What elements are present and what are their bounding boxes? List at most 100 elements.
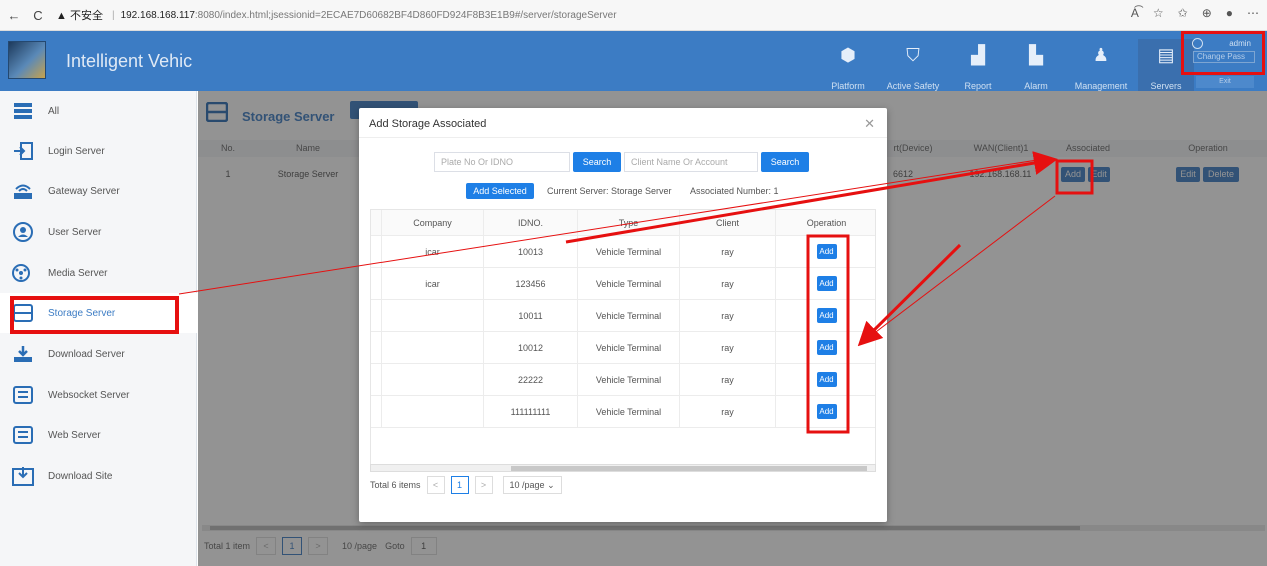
checkbox-cell[interactable] bbox=[371, 236, 381, 267]
operation-cell: Add bbox=[775, 300, 875, 331]
col-client: Client bbox=[679, 210, 775, 235]
add-button[interactable]: Add bbox=[816, 244, 837, 259]
more-icon[interactable]: ⋯ bbox=[1247, 6, 1259, 20]
add-selected-button[interactable]: Add Selected bbox=[466, 183, 534, 199]
checkbox-cell[interactable] bbox=[371, 300, 381, 331]
associated-number-text: Associated Number: 1 bbox=[690, 186, 779, 196]
add-button[interactable]: Add bbox=[816, 372, 837, 387]
sidebar-item-download-site[interactable]: Download Site bbox=[0, 456, 197, 496]
operation-cell: Add bbox=[775, 268, 875, 299]
back-icon[interactable]: ← bbox=[4, 8, 24, 23]
type-cell: Vehicle Terminal bbox=[577, 396, 679, 427]
app-header: Intelligent Vehic ⬢ Platform ⛉ Active Sa… bbox=[0, 31, 1267, 91]
user-icon bbox=[12, 222, 34, 242]
add-button[interactable]: Add bbox=[816, 308, 837, 323]
nav-platform[interactable]: ⬢ Platform bbox=[820, 39, 876, 92]
page-size-select[interactable]: 10 /page ⌄ bbox=[502, 476, 562, 494]
operation-cell: Add bbox=[775, 364, 875, 395]
checkbox-cell[interactable] bbox=[371, 332, 381, 363]
client-cell: ray bbox=[679, 364, 775, 395]
table-horizontal-scrollbar[interactable] bbox=[370, 464, 876, 472]
table-row[interactable]: 10011 Vehicle Terminal ray Add bbox=[371, 300, 875, 332]
sidebar-item-label: Gateway Server bbox=[48, 185, 120, 197]
all-servers-icon bbox=[12, 101, 34, 121]
table-row[interactable]: 10012 Vehicle Terminal ray Add bbox=[371, 332, 875, 364]
table-row[interactable]: icar 123456 Vehicle Terminal ray Add bbox=[371, 268, 875, 300]
client-cell: ray bbox=[679, 332, 775, 363]
favorites-icon[interactable]: ✩ bbox=[1178, 6, 1188, 20]
nav-management[interactable]: ♟ Management bbox=[1066, 39, 1136, 92]
close-icon[interactable]: ✕ bbox=[864, 116, 875, 132]
download-icon bbox=[12, 344, 34, 364]
checkbox-cell[interactable] bbox=[371, 268, 381, 299]
prev-page-button[interactable]: < bbox=[426, 476, 445, 494]
vehicle-table: Company IDNO. Type Client Operation icar… bbox=[370, 209, 876, 465]
add-button[interactable]: Add bbox=[816, 404, 837, 419]
alarm-icon: ▙ bbox=[1029, 44, 1043, 65]
nav-active-safety[interactable]: ⛉ Active Safety bbox=[878, 39, 948, 92]
shield-icon: ⛉ bbox=[906, 44, 920, 65]
add-button[interactable]: Add bbox=[816, 340, 837, 355]
table-row[interactable]: 22222 Vehicle Terminal ray Add bbox=[371, 364, 875, 396]
operation-cell: Add bbox=[775, 396, 875, 427]
sidebar-item-gateway-server[interactable]: Gateway Server bbox=[0, 171, 197, 211]
add-button[interactable]: Add bbox=[816, 276, 837, 291]
sidebar-item-label: Download Site bbox=[48, 470, 113, 482]
company-cell bbox=[381, 300, 483, 331]
company-cell bbox=[381, 396, 483, 427]
company-cell: icar bbox=[381, 268, 483, 299]
sidebar-item-media-server[interactable]: Media Server bbox=[0, 253, 197, 293]
read-aloud-icon[interactable]: A͡ bbox=[1131, 6, 1139, 20]
client-cell: ray bbox=[679, 396, 775, 427]
sidebar-item-label: All bbox=[48, 105, 60, 117]
sidebar-item-user-server[interactable]: User Server bbox=[0, 212, 197, 252]
sidebar-item-login-server[interactable]: Login Server bbox=[0, 131, 197, 171]
client-account-input[interactable]: Client Name Or Account bbox=[624, 152, 758, 172]
annotation-box-sidebar bbox=[10, 296, 179, 334]
total-items: Total 6 items bbox=[370, 480, 421, 490]
address-bar[interactable]: ▲ 不安全 | 192.168.168.117 :8080/index.html… bbox=[56, 7, 617, 23]
reload-icon[interactable]: C bbox=[28, 8, 48, 23]
sidebar-item-all[interactable]: All bbox=[0, 91, 197, 131]
nav-alarm[interactable]: ▙ Alarm bbox=[1008, 39, 1064, 92]
page-number[interactable]: 1 bbox=[450, 476, 469, 494]
media-icon bbox=[12, 263, 34, 283]
sidebar-item-download-server[interactable]: Download Server bbox=[0, 334, 197, 374]
favorite-icon[interactable]: ☆ bbox=[1153, 6, 1164, 20]
scrollbar-thumb[interactable] bbox=[511, 466, 867, 471]
next-page-button[interactable]: > bbox=[474, 476, 493, 494]
operation-cell: Add bbox=[775, 332, 875, 363]
dialog-header: Add Storage Associated ✕ bbox=[359, 108, 887, 138]
sidebar-item-label: Websocket Server bbox=[48, 389, 130, 401]
download-site-icon bbox=[12, 466, 34, 486]
idno-cell: 10013 bbox=[483, 236, 577, 267]
change-password-button[interactable]: Change Pass bbox=[1193, 51, 1255, 63]
idno-cell: 10011 bbox=[483, 300, 577, 331]
idno-cell: 111111111 bbox=[483, 396, 577, 427]
client-cell: ray bbox=[679, 236, 775, 267]
address-host: 192.168.168.117 bbox=[120, 9, 195, 21]
sidebar-item-label: User Server bbox=[48, 226, 102, 238]
type-cell: Vehicle Terminal bbox=[577, 332, 679, 363]
col-company: Company bbox=[381, 210, 483, 235]
current-server-text: Current Server: Storage Server bbox=[547, 186, 672, 196]
col-idno: IDNO. bbox=[483, 210, 577, 235]
table-row[interactable]: icar 10013 Vehicle Terminal ray Add bbox=[371, 236, 875, 268]
idno-cell: 123456 bbox=[483, 268, 577, 299]
app-logo bbox=[8, 41, 46, 79]
plate-idno-input[interactable]: Plate No Or IDNO bbox=[434, 152, 570, 172]
type-cell: Vehicle Terminal bbox=[577, 236, 679, 267]
nav-report[interactable]: ▟ Report bbox=[950, 39, 1006, 92]
sidebar-item-web-server[interactable]: Web Server bbox=[0, 415, 197, 455]
collections-icon[interactable]: ⊕ bbox=[1202, 6, 1212, 20]
checkbox-cell[interactable] bbox=[371, 396, 381, 427]
search-button[interactable]: Search bbox=[573, 152, 621, 172]
table-row[interactable]: 111111111 Vehicle Terminal ray Add bbox=[371, 396, 875, 428]
checkbox-cell[interactable] bbox=[371, 364, 381, 395]
search-client-button[interactable]: Search bbox=[761, 152, 809, 172]
profile-icon[interactable]: ● bbox=[1226, 6, 1233, 20]
operation-cell: Add bbox=[775, 236, 875, 267]
sidebar-item-websocket-server[interactable]: Websocket Server bbox=[0, 375, 197, 415]
exit-button[interactable]: Exit bbox=[1196, 76, 1254, 88]
cube-icon: ⬢ bbox=[840, 44, 856, 65]
